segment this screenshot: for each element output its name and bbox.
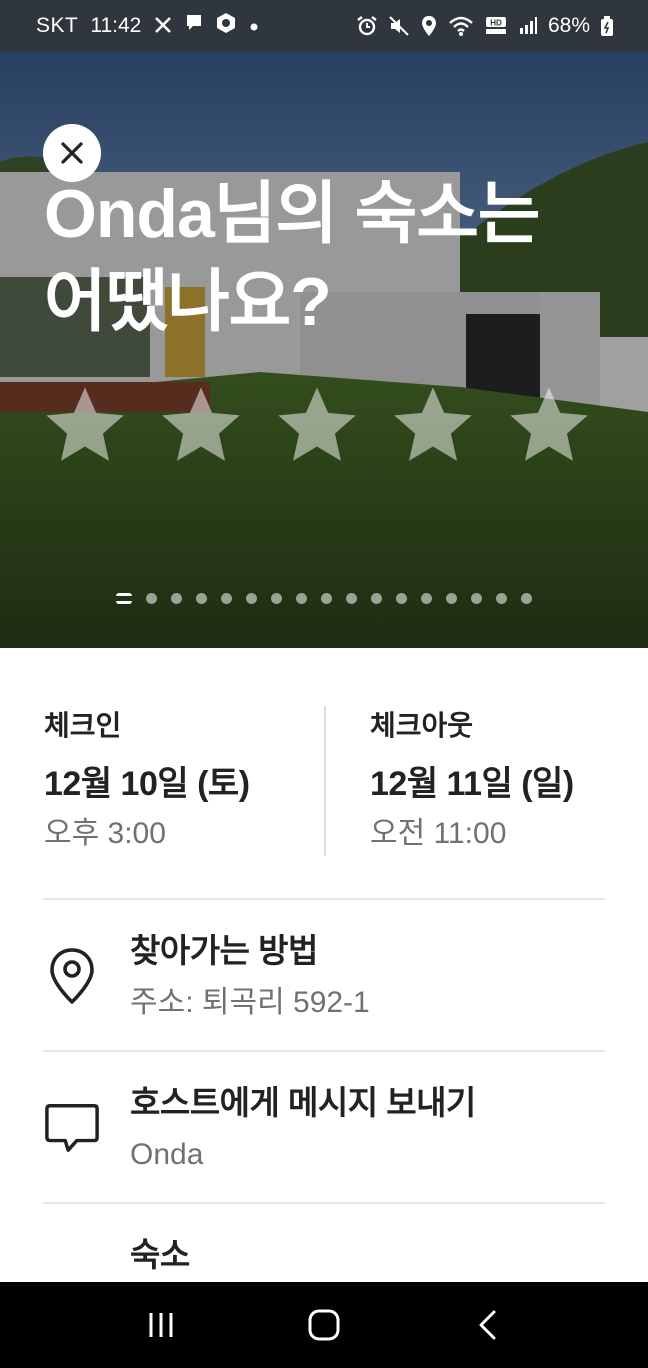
checkin-date: 12월 10일 (토) <box>44 765 250 803</box>
listing-row[interactable]: 숙소 <box>44 1232 604 1282</box>
recent-apps-button[interactable] <box>121 1295 201 1355</box>
battery-percent: 68% <box>547 14 590 37</box>
carousel-dot <box>471 593 482 604</box>
missed-call-icon <box>153 15 173 38</box>
hero-photo-carousel[interactable]: Onda님의 숙소는 어땠나요? <box>0 52 648 648</box>
checkin-label: 체크인 <box>44 710 122 741</box>
listing-title: 숙소 <box>130 1236 190 1273</box>
carousel-dot <box>346 593 357 604</box>
clock: 11:42 <box>90 14 142 37</box>
review-prompt-title-line1: Onda님의 숙소는 <box>44 176 540 252</box>
battery-icon <box>600 15 614 37</box>
reservation-dates: 체크인 12월 10일 (토) 오후 3:00 체크아웃 12월 11일 (일)… <box>44 706 604 856</box>
chat-notification-icon <box>185 13 203 39</box>
carousel-dot <box>496 593 507 604</box>
carousel-dot <box>116 593 132 604</box>
divider <box>43 1050 605 1052</box>
location-pin-icon <box>44 946 100 1006</box>
checkout-section: 체크아웃 12월 11일 (일) 오전 11:00 <box>324 706 604 856</box>
rating-star-1[interactable] <box>40 382 130 468</box>
checkout-label: 체크아웃 <box>370 710 474 741</box>
back-icon <box>479 1310 496 1340</box>
directions-address: 주소: 퇴곡리 592-1 <box>130 986 370 1019</box>
carousel-dot <box>521 593 532 604</box>
home-button[interactable] <box>284 1295 364 1355</box>
more-notifications-dot-icon <box>249 14 259 38</box>
recent-apps-icon <box>149 1313 173 1337</box>
hd-voice-icon: HD <box>484 15 508 37</box>
carousel-dot <box>271 593 282 604</box>
carousel-dot <box>296 593 307 604</box>
review-prompt-title: Onda님의 숙소는 어땠나요? <box>44 170 614 346</box>
app-notification-icon <box>215 12 237 40</box>
carousel-dot <box>146 593 157 604</box>
status-bar: SKT 11:42 HD 68% <box>0 0 648 52</box>
carousel-dot <box>321 593 332 604</box>
checkout-time: 오전 11:00 <box>370 817 507 850</box>
rating-star-5[interactable] <box>504 382 594 468</box>
alarm-icon <box>356 15 378 37</box>
divider <box>43 1202 605 1204</box>
back-button[interactable] <box>447 1295 527 1355</box>
host-name: Onda <box>130 1138 204 1171</box>
svg-text:HD: HD <box>490 19 502 28</box>
rating-star-3[interactable] <box>272 382 362 468</box>
checkin-time: 오후 3:00 <box>44 817 166 850</box>
carousel-dot <box>446 593 457 604</box>
directions-title: 찾아가는 방법 <box>130 932 318 969</box>
star-rating <box>40 382 594 468</box>
checkin-section: 체크인 12월 10일 (토) 오후 3:00 <box>44 706 324 856</box>
checkout-date: 12월 11일 (일) <box>370 765 574 803</box>
message-host-title: 호스트에게 메시지 보내기 <box>130 1084 476 1121</box>
carousel-dot <box>221 593 232 604</box>
directions-row[interactable]: 찾아가는 방법 주소: 퇴곡리 592-1 <box>44 928 604 1048</box>
home-icon <box>308 1309 340 1341</box>
carousel-dot <box>196 593 207 604</box>
message-host-row[interactable]: 호스트에게 메시지 보내기 Onda <box>44 1080 604 1200</box>
carrier-label: SKT <box>36 14 79 37</box>
location-status-icon <box>420 15 438 37</box>
rating-star-2[interactable] <box>156 382 246 468</box>
carousel-dot <box>246 593 257 604</box>
system-navigation-bar <box>0 1282 648 1368</box>
carousel-dot <box>396 593 407 604</box>
carousel-pagination <box>0 593 648 604</box>
message-icon <box>44 1098 100 1158</box>
wifi-icon <box>448 15 474 37</box>
signal-icon <box>518 16 538 36</box>
rating-star-4[interactable] <box>388 382 478 468</box>
close-icon <box>61 142 83 164</box>
mute-icon <box>388 15 410 37</box>
carousel-dot <box>371 593 382 604</box>
divider <box>43 898 605 900</box>
review-prompt-title-line2: 어땠나요? <box>44 264 332 340</box>
carousel-dot <box>421 593 432 604</box>
carousel-dot <box>171 593 182 604</box>
